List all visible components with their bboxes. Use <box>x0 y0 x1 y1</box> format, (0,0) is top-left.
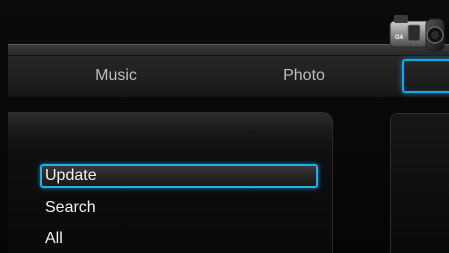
nav-bar-top-strip <box>8 45 449 56</box>
svg-text:G4: G4 <box>395 35 404 41</box>
menu-item-all[interactable]: All <box>40 227 318 251</box>
media-browser-screen: Music Photo G4 Update Search All <box>0 0 449 253</box>
top-nav-bar: Music Photo <box>8 44 449 97</box>
tab-music[interactable]: Music <box>56 58 176 94</box>
video-camera-icon: G4 <box>386 5 449 63</box>
tab-video-selected[interactable] <box>402 59 449 93</box>
tab-photo[interactable]: Photo <box>244 58 364 94</box>
menu-item-search[interactable]: Search <box>40 196 318 220</box>
menu-panel-header <box>8 113 332 130</box>
menu-item-update[interactable]: Update <box>40 164 318 188</box>
menu-panel: Update Search All <box>8 112 333 253</box>
side-panel <box>390 113 449 253</box>
